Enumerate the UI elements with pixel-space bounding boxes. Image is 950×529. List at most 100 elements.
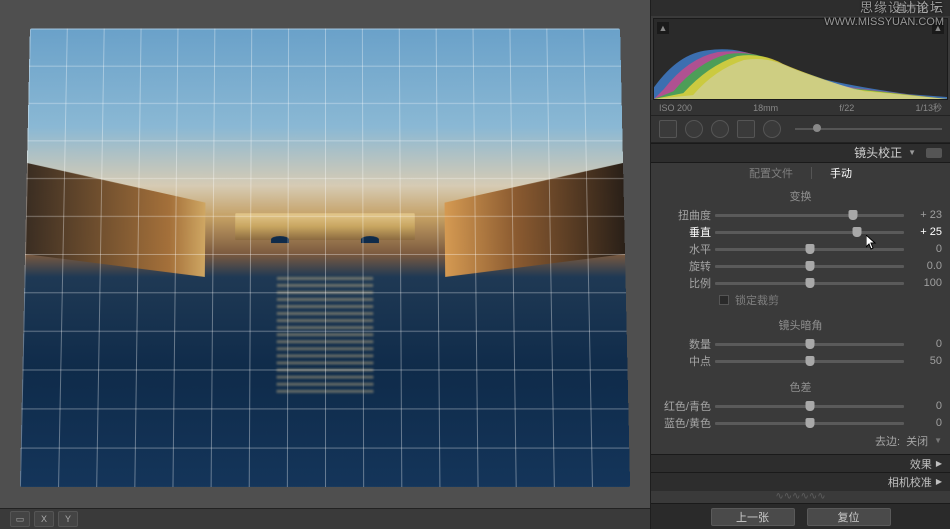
distortion-value[interactable]: + 23 [906,209,942,221]
vertical-label: 垂直 [651,224,715,240]
grad-filter-icon[interactable] [737,120,755,138]
watermark-line1: 思缘设计论坛 [824,0,944,16]
slider-pip[interactable] [805,278,814,288]
scale-label: 比例 [651,275,715,291]
preview-area: ▭ X Y [0,0,650,529]
dropdown-icon: ▼ [934,436,942,445]
vig-amount-value[interactable]: 0 [906,338,942,350]
rotate-track[interactable] [715,265,904,268]
chevron-down-icon: ▼ [908,148,916,157]
horizontal-value[interactable]: 0 [906,243,942,255]
slider-pip[interactable] [805,401,814,411]
constrain-crop-label: 锁定裁剪 [735,292,779,308]
histogram-info: ISO 200 18mm f/22 1/13秒 [651,100,950,115]
slider-pip[interactable] [852,227,861,237]
slider-pip[interactable] [805,339,814,349]
panel-switch-icon[interactable] [926,148,942,158]
vertical-track[interactable] [715,231,904,234]
transform-group: 变换 扭曲度 + 23 垂直 + 25 水平 0 旋转 0.0 比例 100 [651,183,950,312]
slider-horizontal: 水平 0 [651,241,950,258]
defringe-row[interactable]: 去边: 关闭 ▼ [651,432,950,450]
crop-grid-overlay [20,29,630,487]
horizontal-label: 水平 [651,241,715,257]
nav-buttons: 上一张 复位 [651,503,950,529]
chevron-right-icon: ▶ [936,477,942,486]
slider-rotate: 旋转 0.0 [651,258,950,275]
distortion-track[interactable] [715,214,904,217]
watermark: 思缘设计论坛 WWW.MISSYUAN.COM [824,0,944,29]
histogram-svg [654,19,947,99]
slider-vig-amount: 数量 0 [651,336,950,353]
ca-title: 色差 [651,379,950,395]
vig-midpoint-track[interactable] [715,360,904,363]
lens-tabs: 配置文件 手动 [651,163,950,183]
redeye-icon[interactable] [711,120,729,138]
histogram[interactable]: ▲ ▲ [653,18,948,100]
scale-track[interactable] [715,282,904,285]
checkbox-icon[interactable] [719,295,729,305]
toolstrip [651,115,950,143]
slider-vig-midpoint: 中点 50 [651,353,950,370]
vignette-group: 镜头暗角 数量 0 中点 50 [651,312,950,374]
vig-amount-label: 数量 [651,336,715,352]
tab-profile[interactable]: 配置文件 [749,165,793,181]
ca-group: 色差 红色/青色 0 蓝色/黄色 0 去边: 关闭 ▼ [651,374,950,454]
slider-ca-by: 蓝色/黄色 0 [651,415,950,432]
slider-pip[interactable] [805,261,814,271]
horizontal-track[interactable] [715,248,904,251]
ca-rc-value[interactable]: 0 [906,400,942,412]
ca-by-value[interactable]: 0 [906,417,942,429]
toolstrip-slider[interactable] [795,128,942,130]
ca-rc-track[interactable] [715,405,904,408]
vignette-title: 镜头暗角 [651,317,950,333]
prev-button[interactable]: 上一张 [711,508,795,526]
slider-distortion: 扭曲度 + 23 [651,207,950,224]
hist-iso: ISO 200 [659,103,692,113]
transform-title: 变换 [651,188,950,204]
develop-side-panel: 直方图 ▼ ▲ ▲ ISO 200 18mm f/22 1/13秒 镜头校正 ▼… [650,0,950,529]
slider-scale: 比例 100 [651,275,950,292]
slider-pip[interactable] [805,418,814,428]
soft-proof-y[interactable]: Y [58,511,78,527]
chevron-right-icon: ▶ [936,459,942,468]
watermark-line2: WWW.MISSYUAN.COM [824,16,944,29]
rotate-label: 旋转 [651,258,715,274]
rotate-value[interactable]: 0.0 [906,260,942,272]
crop-tool-icon[interactable] [659,120,677,138]
view-mode-toggle[interactable]: ▭ [10,511,30,527]
vig-amount-track[interactable] [715,343,904,346]
preview-image[interactable] [20,29,630,487]
distortion-label: 扭曲度 [651,207,715,223]
lens-correction-title: 镜头校正 [854,144,902,161]
shadows-clip-icon[interactable]: ▲ [657,22,669,34]
vertical-value[interactable]: + 25 [906,226,942,238]
slider-pip[interactable] [805,244,814,254]
slider-ca-rc: 红色/青色 0 [651,398,950,415]
preview-canvas[interactable] [0,0,650,508]
slider-pip[interactable] [848,210,857,220]
reset-button[interactable]: 复位 [807,508,891,526]
scale-value[interactable]: 100 [906,277,942,289]
slider-pip[interactable] [805,356,814,366]
tab-manual[interactable]: 手动 [830,165,852,181]
defringe-value: 关闭 [906,433,928,449]
soft-proof-x[interactable]: X [34,511,54,527]
preview-toolbar: ▭ X Y [0,508,650,529]
effects-header[interactable]: 效果 ▶ [651,454,950,472]
slider-vertical: 垂直 + 25 [651,224,950,241]
adjust-brush-icon[interactable] [763,120,781,138]
vig-midpoint-value[interactable]: 50 [906,355,942,367]
constrain-crop-row[interactable]: 锁定裁剪 [651,292,950,308]
ca-rc-label: 红色/青色 [651,398,715,414]
ca-by-track[interactable] [715,422,904,425]
lens-correction-header[interactable]: 镜头校正 ▼ [651,143,950,163]
spot-removal-icon[interactable] [685,120,703,138]
defringe-label: 去边: [659,433,900,449]
hist-shutter: 1/13秒 [915,101,942,114]
hist-aperture: f/22 [839,103,854,113]
panel-ornament: ∿∿∿∿∿∿ [651,491,950,504]
calibration-title: 相机校准 [888,474,932,490]
tab-divider [811,167,812,179]
vig-midpoint-label: 中点 [651,353,715,369]
calibration-header[interactable]: 相机校准 ▶ [651,472,950,490]
